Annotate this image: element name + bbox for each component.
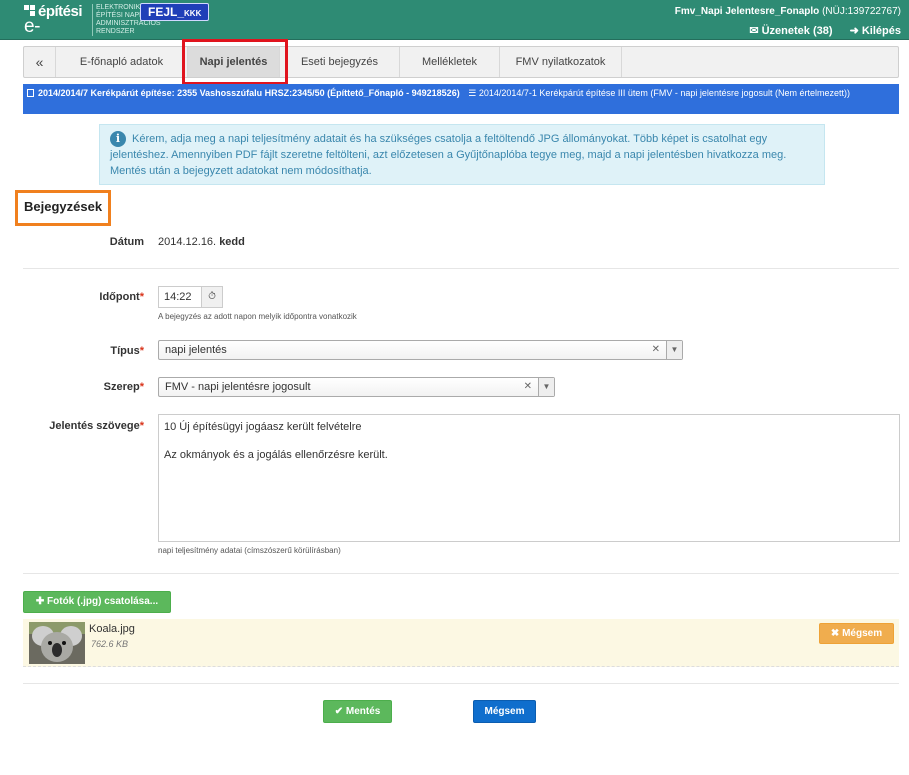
tab-e-fonaplo-adatok[interactable]: E-főnapló adatok	[56, 47, 188, 77]
messages-link[interactable]: ✉ Üzenetek (38)	[749, 25, 832, 37]
divider	[23, 683, 899, 684]
active-tab-highlight	[182, 39, 288, 85]
attachment-row: Koala.jpg 762.6 KB ✖ Mégsem	[23, 619, 899, 667]
user-id: (NÜJ:139722767)	[822, 6, 901, 17]
divider	[23, 268, 899, 269]
clear-icon[interactable]: ✕	[524, 381, 532, 392]
clear-icon[interactable]: ✕	[652, 344, 660, 355]
breadcrumb-subproject[interactable]: 2014/2014/7-1 Kerékpárút építése III üte…	[479, 88, 850, 98]
top-links: ✉ Üzenetek (38) ➜ Kilépés	[735, 24, 901, 37]
user-info: Fmv_Napi Jelentesre_Fonaplo (NÜJ:1397227…	[675, 6, 901, 17]
tab-eseti-bejegyzes[interactable]: Eseti bejegyzés	[280, 47, 400, 77]
tab-mellekletek[interactable]: Mellékletek	[400, 47, 500, 77]
time-hint: A bejegyzés az adott napon melyik időpon…	[158, 312, 357, 321]
chevron-down-icon[interactable]: ▼	[538, 378, 554, 396]
document-icon	[27, 89, 34, 97]
info-icon: i	[110, 131, 126, 147]
time-input[interactable]: 14:22 ⏱	[158, 286, 223, 308]
clock-icon[interactable]: ⏱	[201, 287, 222, 307]
save-button[interactable]: ✔ Mentés	[323, 700, 392, 723]
report-textarea[interactable]: 10 Új építésügyi jogáasz került felvétel…	[158, 414, 900, 542]
file-size: 762.6 KB	[91, 639, 129, 649]
logout-link[interactable]: ➜ Kilépés	[850, 25, 901, 37]
report-text-hint: napi teljesítmény adatai (címszószerű kö…	[158, 546, 341, 555]
remove-attachment-button[interactable]: ✖ Mégsem	[819, 623, 894, 644]
role-select[interactable]: FMV - napi jelentésre jogosult ✕ ▼	[158, 377, 555, 397]
koala-thumbnail	[29, 622, 85, 664]
report-text-label: Jelentés szövege*	[49, 420, 144, 432]
breadcrumb-project[interactable]: 2014/2014/7 Kerékpárút építése: 2355 Vas…	[38, 88, 460, 98]
envelope-icon: ✉	[749, 25, 759, 37]
list-icon: ☰	[468, 88, 477, 98]
type-label: Típus*	[110, 345, 144, 357]
date-value: 2014.12.16. kedd	[158, 236, 245, 248]
breadcrumb: 2014/2014/7 Kerékpárút építése: 2355 Vas…	[23, 84, 899, 114]
file-name: Koala.jpg	[89, 623, 135, 635]
attach-photos-button[interactable]: ✚ Fotók (.jpg) csatolása...	[23, 591, 171, 613]
date-label: Dátum	[109, 236, 144, 248]
role-label: Szerep*	[103, 381, 144, 393]
arrow-right-icon: ➜	[849, 25, 859, 37]
tab-bar: « E-főnapló adatok Napi jelentés Eseti b…	[23, 46, 899, 78]
section-title-highlight	[15, 190, 111, 226]
role-value: FMV - napi jelentésre jogosult	[165, 381, 311, 393]
tab-back[interactable]: «	[24, 47, 56, 77]
time-value: 14:22	[164, 291, 192, 303]
top-bar: építési e-napló ELEKTRONIKUS ÉPÍTÉSI NAP…	[0, 0, 909, 59]
close-icon: ✖	[830, 628, 840, 639]
check-icon: ✔	[334, 706, 344, 717]
info-text: Kérem, adja meg a napi teljesítmény adat…	[110, 133, 787, 177]
environment-badge: FEJL_KKK	[140, 3, 210, 21]
user-name: Fmv_Napi Jelentesre_Fonaplo	[674, 6, 820, 17]
chevron-down-icon[interactable]: ▼	[666, 341, 682, 359]
type-select[interactable]: napi jelentés ✕ ▼	[158, 340, 683, 360]
tab-fmv-nyilatkozatok[interactable]: FMV nyilatkozatok	[500, 47, 622, 77]
info-alert: i Kérem, adja meg a napi teljesítmény ada…	[99, 124, 825, 185]
cancel-button[interactable]: Mégsem	[473, 700, 536, 723]
time-label: Időpont*	[99, 291, 144, 303]
divider	[23, 573, 899, 574]
type-value: napi jelentés	[165, 344, 227, 356]
plus-icon: ✚	[35, 596, 45, 607]
